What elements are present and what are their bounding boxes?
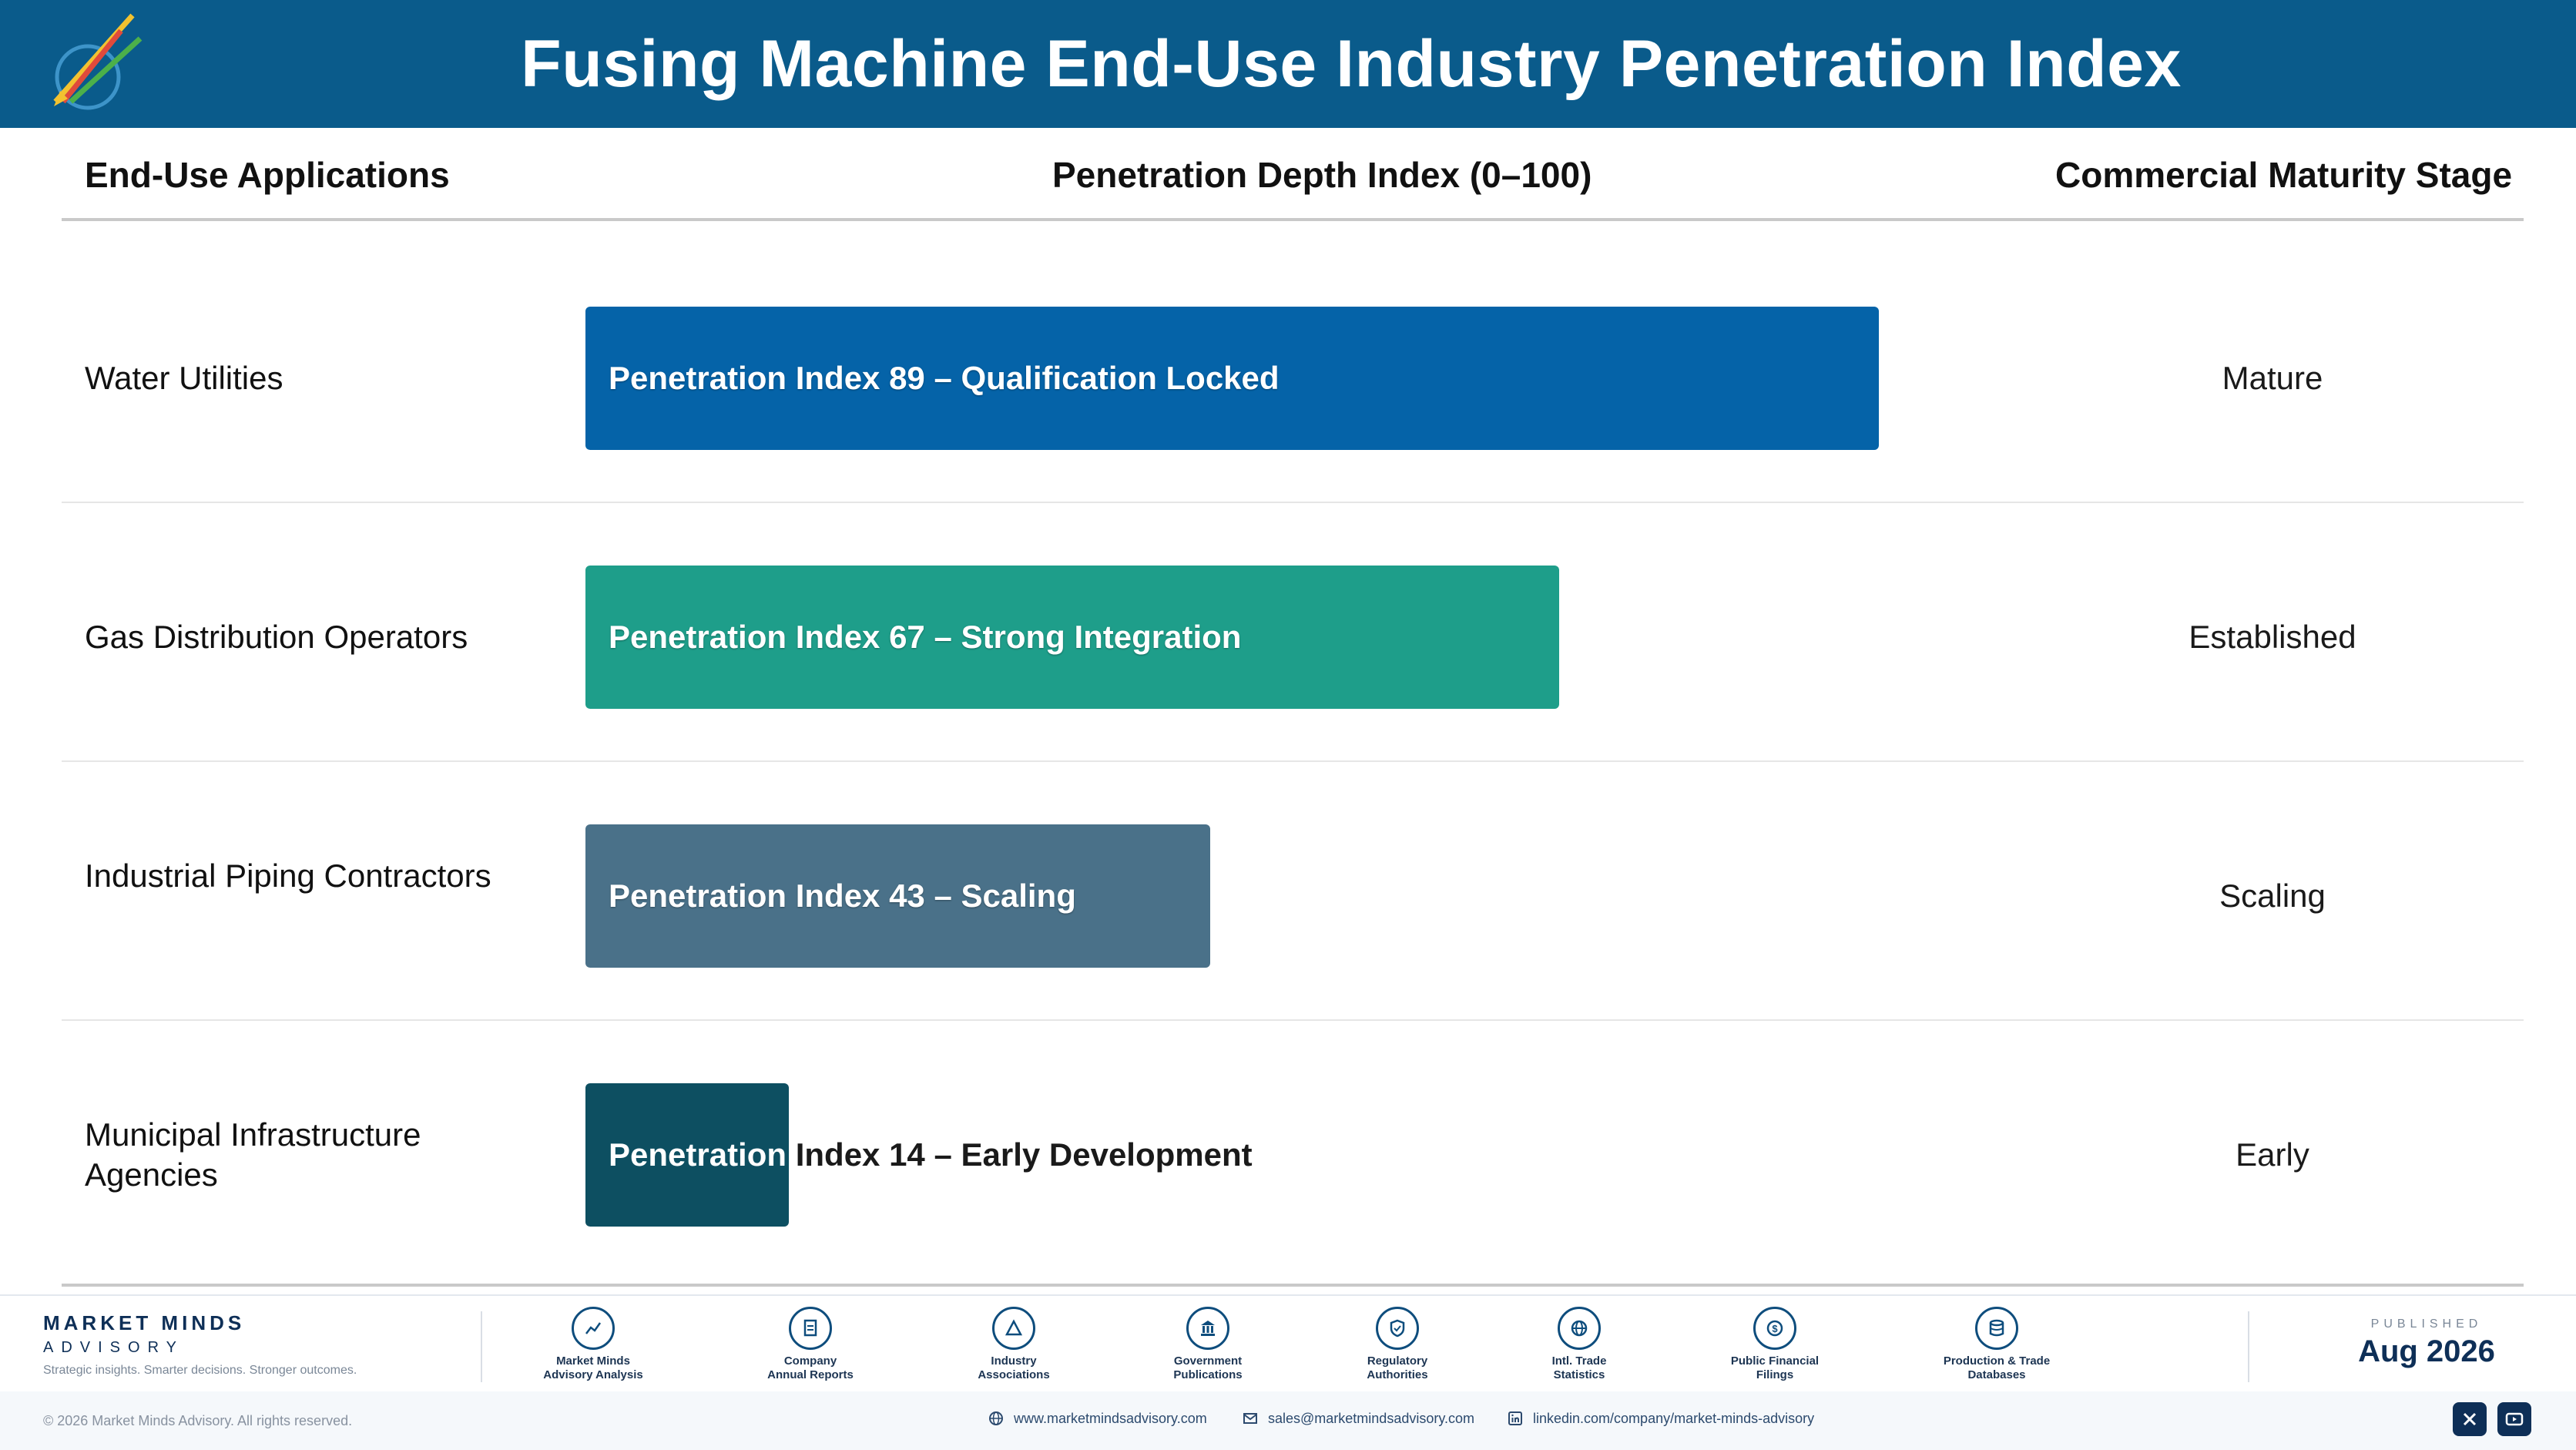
website-text: www.marketmindsadvisory.com: [1014, 1410, 1207, 1426]
svg-text:$: $: [1772, 1323, 1778, 1334]
x-social-button[interactable]: [2453, 1402, 2487, 1436]
source-item: Market Minds Advisory Analysis: [516, 1307, 670, 1382]
row-divider: [62, 760, 2524, 762]
linkedin-link[interactable]: linkedin.com/company/market-minds-adviso…: [1507, 1410, 1814, 1427]
published-label: PUBLISHED: [2370, 1317, 2483, 1331]
source-label-line2: Publications: [1173, 1368, 1243, 1381]
source-label-line2: Advisory Analysis: [543, 1368, 643, 1381]
source-label: Government Publications: [1131, 1354, 1285, 1382]
application-label: Water Utilities: [85, 360, 283, 396]
source-label: Industry Associations: [937, 1354, 1091, 1382]
linkedin-text: linkedin.com/company/market-minds-adviso…: [1533, 1410, 1815, 1426]
maturity-stage: Scaling: [2219, 878, 2326, 914]
source-label-line2: Associations: [978, 1368, 1050, 1381]
column-header-applications: End-Use Applications: [85, 155, 450, 195]
trend-icon: [572, 1307, 615, 1350]
maturity-stage: Mature: [2222, 360, 2323, 396]
column-header-stage: Commercial Maturity Stage: [2055, 155, 2513, 195]
source-label-line1: Production & Trade: [1943, 1354, 2051, 1368]
footer-divider: [481, 1311, 482, 1382]
source-item: Regulatory Authorities: [1320, 1307, 1474, 1382]
document-icon: [789, 1307, 832, 1350]
source-label-line1: Market Minds: [556, 1354, 630, 1368]
email-link[interactable]: sales@marketmindsadvisory.com: [1242, 1410, 1474, 1427]
youtube-social-button[interactable]: [2497, 1402, 2531, 1436]
page-title: Fusing Machine End-Use Industry Penetrat…: [521, 27, 2182, 101]
header-divider: [62, 218, 2524, 221]
application-label: Gas Distribution Operators: [85, 619, 468, 655]
source-label-line2: Authorities: [1367, 1368, 1428, 1381]
globe-icon: [1558, 1307, 1601, 1350]
header-banner: Fusing Machine End-Use Industry Penetrat…: [0, 0, 2576, 128]
source-label-line1: Public Financial: [1730, 1354, 1820, 1368]
source-label-line1: Government: [1173, 1354, 1243, 1368]
source-label: Regulatory Authorities: [1320, 1354, 1474, 1382]
brand-name: MARKET MINDS: [43, 1311, 246, 1334]
source-label-line2: Databases: [1967, 1368, 2026, 1381]
linkedin-icon: [1508, 1411, 1522, 1425]
source-label-line2: Statistics: [1553, 1368, 1605, 1381]
published-date: Aug 2026: [2358, 1334, 2495, 1368]
source-label: Company Annual Reports: [733, 1354, 887, 1382]
source-label-line2: Annual Reports: [767, 1368, 854, 1381]
source-label-line2: Filings: [1756, 1368, 1794, 1381]
x-logo-icon: [2463, 1412, 2477, 1426]
source-label: Production & Trade Databases: [1920, 1354, 2074, 1382]
bar-data-label: Penetration Index 43 – Scaling: [609, 878, 1076, 914]
row-divider: [62, 502, 2524, 503]
globe-icon: [989, 1411, 1003, 1425]
source-item: Industry Associations: [937, 1307, 1091, 1382]
source-label: Public Financial Filings: [1698, 1354, 1852, 1382]
brand-subtitle: ADVISORY: [43, 1339, 184, 1356]
website-link[interactable]: www.marketmindsadvisory.com: [988, 1410, 1207, 1427]
source-item: Company Annual Reports: [733, 1307, 887, 1382]
bar-data-label: Penetration Index 67 – Strong Integratio…: [609, 619, 1242, 655]
footer-divider: [2248, 1311, 2249, 1382]
bar-data-label: Penetration Index 14 – Early Development: [609, 1135, 1253, 1175]
application-label: Industrial Piping Contractors: [85, 858, 491, 894]
footer-sources-band: MARKET MINDS ADVISORY Strategic insights…: [0, 1294, 2576, 1391]
row-divider: [62, 1019, 2524, 1021]
source-label: Market Minds Advisory Analysis: [516, 1354, 670, 1382]
source-label-line1: Company: [783, 1354, 837, 1368]
source-item: Production & Trade Databases: [1920, 1307, 2074, 1382]
source-label: Intl. Trade Statistics: [1502, 1354, 1656, 1382]
dollar-icon: $: [1753, 1307, 1796, 1350]
database-icon: [1975, 1307, 2018, 1350]
chart-bottom-divider: [62, 1284, 2524, 1287]
application-label: Municipal Infrastructure Agencies: [85, 1116, 421, 1193]
source-item: Government Publications: [1131, 1307, 1285, 1382]
network-icon: [992, 1307, 1035, 1350]
copyright: © 2026 Market Minds Advisory. All rights…: [43, 1413, 353, 1428]
source-label-line1: Intl. Trade: [1551, 1354, 1607, 1368]
brand-tagline: Strategic insights. Smarter decisions. S…: [43, 1364, 357, 1377]
maturity-stage: Early: [2236, 1136, 2309, 1173]
email-text: sales@marketmindsadvisory.com: [1268, 1410, 1475, 1426]
building-icon: [1186, 1307, 1229, 1350]
source-item: Intl. Trade Statistics: [1502, 1307, 1656, 1382]
mail-icon: [1243, 1413, 1257, 1424]
bar-data-label: Penetration Index 89 – Qualification Loc…: [609, 360, 1280, 396]
maturity-stage: Established: [2189, 619, 2356, 655]
footer: MARKET MINDS ADVISORY Strategic insights…: [0, 1294, 2576, 1450]
source-item: $ Public Financial Filings: [1698, 1307, 1852, 1382]
shield-icon: [1376, 1307, 1419, 1350]
play-icon: [2505, 1412, 2524, 1426]
source-label-line1: Industry: [991, 1354, 1037, 1368]
source-label-line1: Regulatory: [1367, 1354, 1428, 1368]
column-header-index: Penetration Depth Index (0–100): [1052, 155, 1592, 195]
